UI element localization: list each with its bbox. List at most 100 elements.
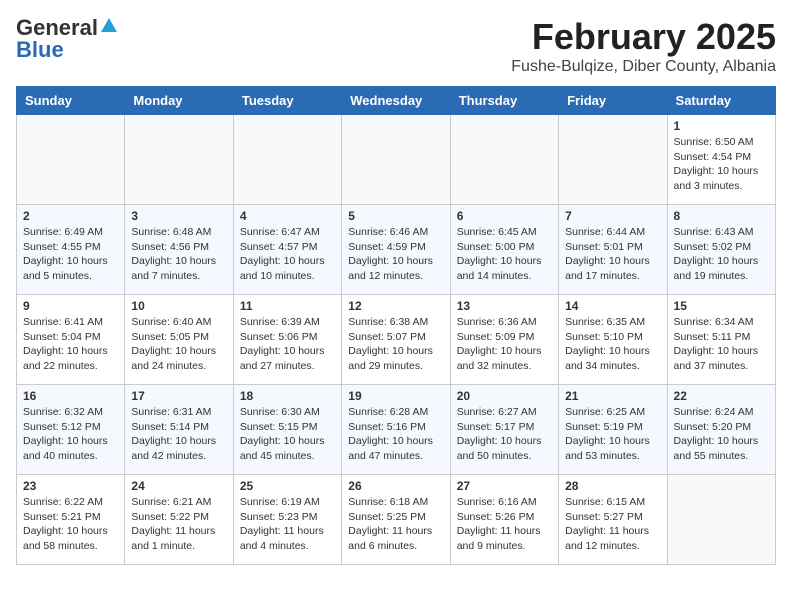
table-row: 17 Sunrise: 6:31 AM Sunset: 5:14 PM Dayli… xyxy=(125,385,233,475)
day-info: Sunrise: 6:18 AM Sunset: 5:25 PM Dayligh… xyxy=(348,495,443,554)
day-number: 16 xyxy=(23,389,118,403)
day-number: 2 xyxy=(23,209,118,223)
day-info: Sunrise: 6:47 AM Sunset: 4:57 PM Dayligh… xyxy=(240,225,335,284)
day-number: 13 xyxy=(457,299,552,313)
header-wednesday: Wednesday xyxy=(342,87,450,115)
day-info: Sunrise: 6:32 AM Sunset: 5:12 PM Dayligh… xyxy=(23,405,118,464)
day-info: Sunrise: 6:45 AM Sunset: 5:00 PM Dayligh… xyxy=(457,225,552,284)
day-info: Sunrise: 6:28 AM Sunset: 5:16 PM Dayligh… xyxy=(348,405,443,464)
title-block: February 2025 Fushe-Bulqize, Diber Count… xyxy=(511,16,776,76)
table-row: 19 Sunrise: 6:28 AM Sunset: 5:16 PM Dayli… xyxy=(342,385,450,475)
calendar-week-row: 23Sunrise: 6:22 AM Sunset: 5:21 PM Dayli… xyxy=(17,475,776,565)
day-info: Sunrise: 6:39 AM Sunset: 5:06 PM Dayligh… xyxy=(240,315,335,374)
day-number: 25 xyxy=(240,479,335,493)
table-row: 9 Sunrise: 6:41 AM Sunset: 5:04 PM Daylig… xyxy=(17,295,125,385)
header-friday: Friday xyxy=(559,87,667,115)
day-info: Sunrise: 6:44 AM Sunset: 5:01 PM Dayligh… xyxy=(565,225,660,284)
day-number: 19 xyxy=(348,389,443,403)
logo: General Blue xyxy=(16,16,118,61)
day-number: 5 xyxy=(348,209,443,223)
header-thursday: Thursday xyxy=(450,87,558,115)
day-number: 22 xyxy=(674,389,769,403)
table-row: 22Sunrise: 6:24 AM Sunset: 5:20 PM Dayli… xyxy=(667,385,775,475)
calendar-week-row: 16 Sunrise: 6:32 AM Sunset: 5:12 PM Dayli… xyxy=(17,385,776,475)
table-row xyxy=(450,115,558,205)
day-number: 11 xyxy=(240,299,335,313)
day-info: Sunrise: 6:25 AM Sunset: 5:19 PM Dayligh… xyxy=(565,405,660,464)
day-number: 3 xyxy=(131,209,226,223)
day-info: Sunrise: 6:31 AM Sunset: 5:14 PM Dayligh… xyxy=(131,405,226,464)
table-row: 5 Sunrise: 6:46 AM Sunset: 4:59 PM Daylig… xyxy=(342,205,450,295)
table-row: 3 Sunrise: 6:48 AM Sunset: 4:56 PM Daylig… xyxy=(125,205,233,295)
day-number: 27 xyxy=(457,479,552,493)
day-info: Sunrise: 6:22 AM Sunset: 5:21 PM Dayligh… xyxy=(23,495,118,554)
table-row: 4 Sunrise: 6:47 AM Sunset: 4:57 PM Daylig… xyxy=(233,205,341,295)
table-row: 27 Sunrise: 6:16 AM Sunset: 5:26 PM Dayli… xyxy=(450,475,558,565)
table-row: 8 Sunrise: 6:43 AM Sunset: 5:02 PM Daylig… xyxy=(667,205,775,295)
table-row: 12Sunrise: 6:38 AM Sunset: 5:07 PM Dayli… xyxy=(342,295,450,385)
day-number: 6 xyxy=(457,209,552,223)
day-info: Sunrise: 6:41 AM Sunset: 5:04 PM Dayligh… xyxy=(23,315,118,374)
day-number: 14 xyxy=(565,299,660,313)
table-row: 7 Sunrise: 6:44 AM Sunset: 5:01 PM Daylig… xyxy=(559,205,667,295)
day-info: Sunrise: 6:49 AM Sunset: 4:55 PM Dayligh… xyxy=(23,225,118,284)
day-info: Sunrise: 6:16 AM Sunset: 5:26 PM Dayligh… xyxy=(457,495,552,554)
table-row: 26 Sunrise: 6:18 AM Sunset: 5:25 PM Dayli… xyxy=(342,475,450,565)
day-number: 4 xyxy=(240,209,335,223)
day-info: Sunrise: 6:50 AM Sunset: 4:54 PM Dayligh… xyxy=(674,135,769,194)
logo-icon xyxy=(100,16,118,34)
calendar-title: February 2025 xyxy=(511,16,776,58)
day-number: 26 xyxy=(348,479,443,493)
logo-blue: Blue xyxy=(16,39,64,61)
day-info: Sunrise: 6:21 AM Sunset: 5:22 PM Dayligh… xyxy=(131,495,226,554)
day-number: 12 xyxy=(348,299,443,313)
table-row: 20Sunrise: 6:27 AM Sunset: 5:17 PM Dayli… xyxy=(450,385,558,475)
table-row: 25Sunrise: 6:19 AM Sunset: 5:23 PM Dayli… xyxy=(233,475,341,565)
calendar-table: Sunday Monday Tuesday Wednesday Thursday… xyxy=(16,86,776,565)
table-row: 21 Sunrise: 6:25 AM Sunset: 5:19 PM Dayli… xyxy=(559,385,667,475)
day-number: 8 xyxy=(674,209,769,223)
table-row: 23Sunrise: 6:22 AM Sunset: 5:21 PM Dayli… xyxy=(17,475,125,565)
day-info: Sunrise: 6:34 AM Sunset: 5:11 PM Dayligh… xyxy=(674,315,769,374)
table-row: 28 Sunrise: 6:15 AM Sunset: 5:27 PM Dayli… xyxy=(559,475,667,565)
header-monday: Monday xyxy=(125,87,233,115)
table-row: 6 Sunrise: 6:45 AM Sunset: 5:00 PM Daylig… xyxy=(450,205,558,295)
table-row: 1 Sunrise: 6:50 AM Sunset: 4:54 PM Daylig… xyxy=(667,115,775,205)
day-number: 17 xyxy=(131,389,226,403)
day-number: 24 xyxy=(131,479,226,493)
table-row xyxy=(667,475,775,565)
table-row xyxy=(342,115,450,205)
table-row: 24 Sunrise: 6:21 AM Sunset: 5:22 PM Dayli… xyxy=(125,475,233,565)
day-number: 28 xyxy=(565,479,660,493)
calendar-week-row: 9 Sunrise: 6:41 AM Sunset: 5:04 PM Daylig… xyxy=(17,295,776,385)
table-row: 11 Sunrise: 6:39 AM Sunset: 5:06 PM Dayli… xyxy=(233,295,341,385)
day-info: Sunrise: 6:43 AM Sunset: 5:02 PM Dayligh… xyxy=(674,225,769,284)
day-number: 15 xyxy=(674,299,769,313)
table-row: 10 Sunrise: 6:40 AM Sunset: 5:05 PM Dayli… xyxy=(125,295,233,385)
calendar-week-row: 2 Sunrise: 6:49 AM Sunset: 4:55 PM Daylig… xyxy=(17,205,776,295)
day-number: 10 xyxy=(131,299,226,313)
table-row: 2 Sunrise: 6:49 AM Sunset: 4:55 PM Daylig… xyxy=(17,205,125,295)
day-info: Sunrise: 6:40 AM Sunset: 5:05 PM Dayligh… xyxy=(131,315,226,374)
day-number: 7 xyxy=(565,209,660,223)
day-info: Sunrise: 6:36 AM Sunset: 5:09 PM Dayligh… xyxy=(457,315,552,374)
table-row: 16 Sunrise: 6:32 AM Sunset: 5:12 PM Dayli… xyxy=(17,385,125,475)
day-number: 21 xyxy=(565,389,660,403)
table-row: 13 Sunrise: 6:36 AM Sunset: 5:09 PM Dayli… xyxy=(450,295,558,385)
table-row: 14 Sunrise: 6:35 AM Sunset: 5:10 PM Dayli… xyxy=(559,295,667,385)
day-number: 9 xyxy=(23,299,118,313)
day-info: Sunrise: 6:15 AM Sunset: 5:27 PM Dayligh… xyxy=(565,495,660,554)
calendar-subtitle: Fushe-Bulqize, Diber County, Albania xyxy=(511,58,776,76)
table-row xyxy=(233,115,341,205)
page-header: General Blue February 2025 Fushe-Bulqize… xyxy=(16,16,776,76)
table-row: 18Sunrise: 6:30 AM Sunset: 5:15 PM Dayli… xyxy=(233,385,341,475)
logo-general: General xyxy=(16,17,98,39)
day-info: Sunrise: 6:48 AM Sunset: 4:56 PM Dayligh… xyxy=(131,225,226,284)
day-info: Sunrise: 6:27 AM Sunset: 5:17 PM Dayligh… xyxy=(457,405,552,464)
day-info: Sunrise: 6:35 AM Sunset: 5:10 PM Dayligh… xyxy=(565,315,660,374)
day-number: 1 xyxy=(674,119,769,133)
table-row xyxy=(559,115,667,205)
header-sunday: Sunday xyxy=(17,87,125,115)
day-info: Sunrise: 6:46 AM Sunset: 4:59 PM Dayligh… xyxy=(348,225,443,284)
header-tuesday: Tuesday xyxy=(233,87,341,115)
